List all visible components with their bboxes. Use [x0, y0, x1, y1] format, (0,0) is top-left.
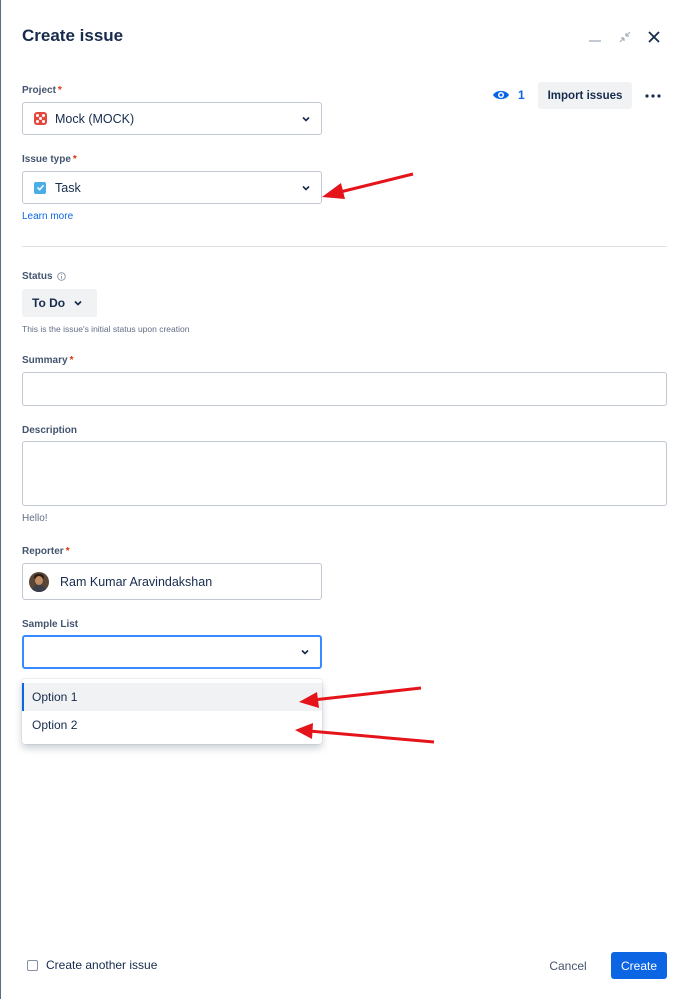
watchers-count: 1: [518, 88, 525, 102]
import-issues-button[interactable]: Import issues: [538, 82, 632, 109]
status-dropdown[interactable]: To Do: [22, 289, 97, 317]
project-label: Project *: [22, 85, 62, 96]
issue-type-label: Issue type *: [22, 154, 77, 165]
sample-list-menu: Option 1 Option 2: [22, 679, 322, 744]
minimize-button[interactable]: [584, 26, 606, 48]
more-icon: [645, 94, 661, 98]
avatar: [29, 571, 49, 592]
description-helper-text: Hello!: [22, 513, 48, 524]
sample-list-select[interactable]: [22, 635, 322, 669]
task-icon: [34, 181, 46, 194]
project-icon: [34, 112, 47, 125]
option-1[interactable]: Option 1: [22, 683, 322, 711]
learn-more-link[interactable]: Learn more: [22, 211, 73, 222]
reporter-value: Ram Kumar Aravindakshan: [60, 574, 213, 589]
close-icon: [648, 31, 660, 43]
chevron-down-icon: [301, 649, 309, 655]
project-select[interactable]: Mock (MOCK): [22, 102, 322, 135]
summary-input[interactable]: [22, 372, 667, 406]
collapse-button[interactable]: [614, 26, 636, 48]
minimize-icon: [589, 40, 601, 42]
issue-type-value: Task: [55, 180, 81, 195]
status-helper-text: This is the issue's initial status upon …: [22, 324, 190, 334]
create-button[interactable]: Create: [611, 952, 667, 979]
chevron-down-icon: [74, 300, 82, 306]
more-actions-button[interactable]: [642, 87, 664, 105]
eye-icon: [493, 90, 509, 100]
chevron-down-icon: [302, 185, 310, 191]
status-label: Status: [22, 271, 66, 282]
project-value: Mock (MOCK): [55, 111, 135, 126]
description-label: Description: [22, 425, 78, 436]
issue-type-select[interactable]: Task: [22, 171, 322, 204]
close-button[interactable]: [643, 26, 665, 48]
description-input[interactable]: [22, 441, 667, 506]
status-value: To Do: [32, 296, 66, 310]
section-divider: [22, 246, 667, 247]
info-icon: [56, 272, 66, 281]
dialog-title: Create issue: [22, 26, 124, 45]
window-edge: [0, 0, 1, 999]
chevron-down-icon: [302, 116, 310, 122]
annotation-arrow: [322, 172, 414, 199]
reporter-label: Reporter *: [22, 546, 70, 557]
watchers-button[interactable]: 1: [492, 88, 525, 102]
sample-list-label: Sample List: [22, 619, 79, 630]
reporter-select[interactable]: Ram Kumar Aravindakshan: [22, 563, 322, 600]
cancel-button[interactable]: Cancel: [541, 952, 595, 979]
collapse-icon: [619, 31, 631, 43]
create-another-checkbox[interactable]: [27, 960, 38, 971]
create-another-label: Create another issue: [46, 958, 158, 972]
option-2[interactable]: Option 2: [22, 711, 322, 739]
summary-label: Summary *: [22, 355, 74, 366]
